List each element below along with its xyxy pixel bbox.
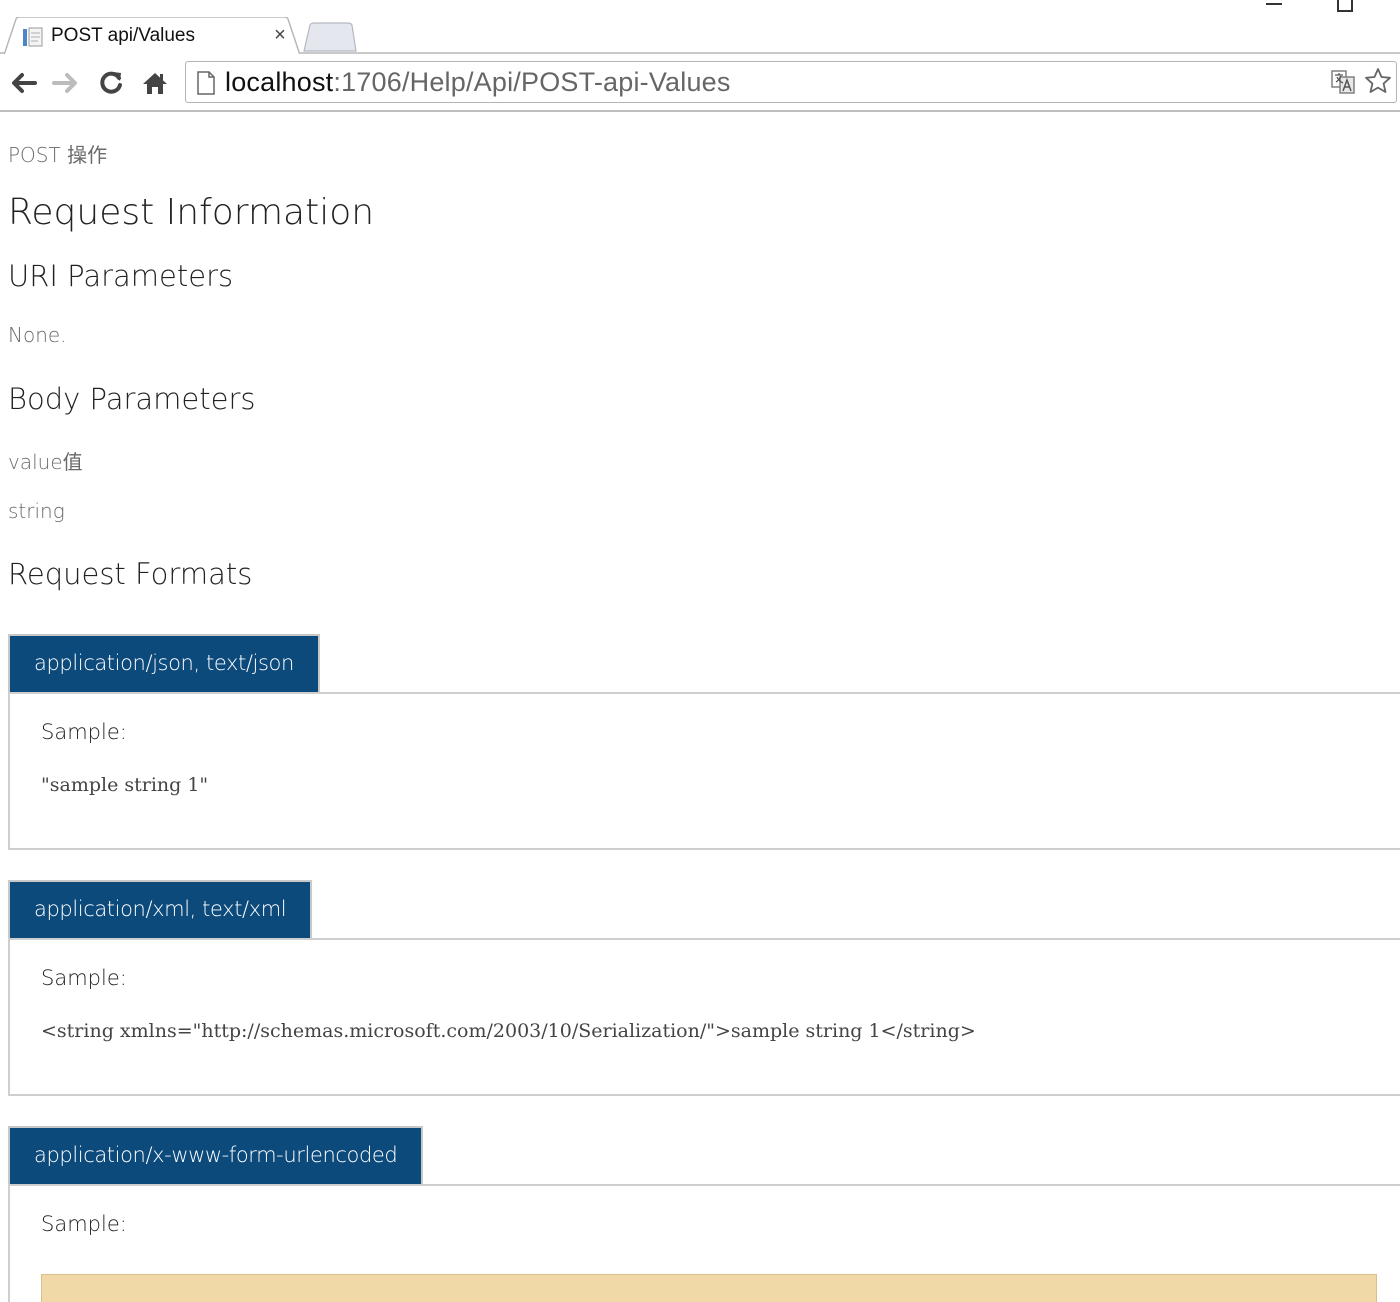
url-text[interactable]: localhost:1706/Help/Api/POST-api-Values xyxy=(225,67,731,98)
body-parameter-type: string xyxy=(8,499,65,523)
home-icon[interactable] xyxy=(140,68,170,98)
uri-parameters-none: None. xyxy=(8,323,67,347)
format-tab-json[interactable]: application/json, text/json xyxy=(8,634,320,694)
format-tab-xml[interactable]: application/xml, text/xml xyxy=(8,880,313,940)
browser-chrome: POST api/Values × localhost:1706/Help/Ap… xyxy=(0,0,1400,112)
document-favicon-icon xyxy=(22,26,44,48)
back-arrow-icon[interactable] xyxy=(8,68,38,98)
sample-label: Sample: xyxy=(41,1212,127,1236)
browser-tab-active[interactable]: POST api/Values × xyxy=(4,17,300,55)
window-maximize-button[interactable] xyxy=(1337,0,1353,12)
tab-title: POST api/Values xyxy=(51,25,195,46)
body-parameters-heading: Body Parameters xyxy=(8,382,256,416)
translate-icon[interactable] xyxy=(1331,70,1355,99)
browser-toolbar: localhost:1706/Help/Api/POST-api-Values xyxy=(0,54,1400,112)
address-bar[interactable]: localhost:1706/Help/Api/POST-api-Values xyxy=(185,61,1397,103)
reload-icon[interactable] xyxy=(96,68,126,98)
sample-warning-box xyxy=(41,1274,1377,1302)
bookmark-star-icon[interactable] xyxy=(1364,67,1392,100)
sample-code-xml: <string xmlns="http://schemas.microsoft.… xyxy=(41,1020,976,1042)
format-panel-form-urlencoded: Sample: xyxy=(8,1184,1400,1302)
tab-close-icon[interactable]: × xyxy=(270,24,290,46)
format-panel-xml: Sample: <string xmlns="http://schemas.mi… xyxy=(8,938,1400,1096)
uri-parameters-heading: URI Parameters xyxy=(8,259,234,293)
format-panel-json: Sample: "sample string 1" xyxy=(8,692,1400,850)
format-tab-form-urlencoded[interactable]: application/x-www-form-urlencoded xyxy=(8,1126,424,1186)
action-title: POST 操作 xyxy=(8,143,108,167)
url-path: :1706/Help/Api/POST-api-Values xyxy=(333,67,731,97)
page-title: Request Information xyxy=(8,192,375,233)
window-minimize-button[interactable] xyxy=(1266,3,1282,5)
sample-code-json: "sample string 1" xyxy=(41,774,209,796)
sample-label: Sample: xyxy=(41,966,127,990)
page-icon xyxy=(196,71,216,100)
new-tab-button[interactable] xyxy=(300,22,360,52)
body-parameter-name: value值 xyxy=(8,450,83,474)
forward-arrow-icon[interactable] xyxy=(51,68,81,98)
url-host: localhost xyxy=(225,67,334,97)
request-formats-heading: Request Formats xyxy=(8,557,253,591)
sample-label: Sample: xyxy=(41,720,127,744)
